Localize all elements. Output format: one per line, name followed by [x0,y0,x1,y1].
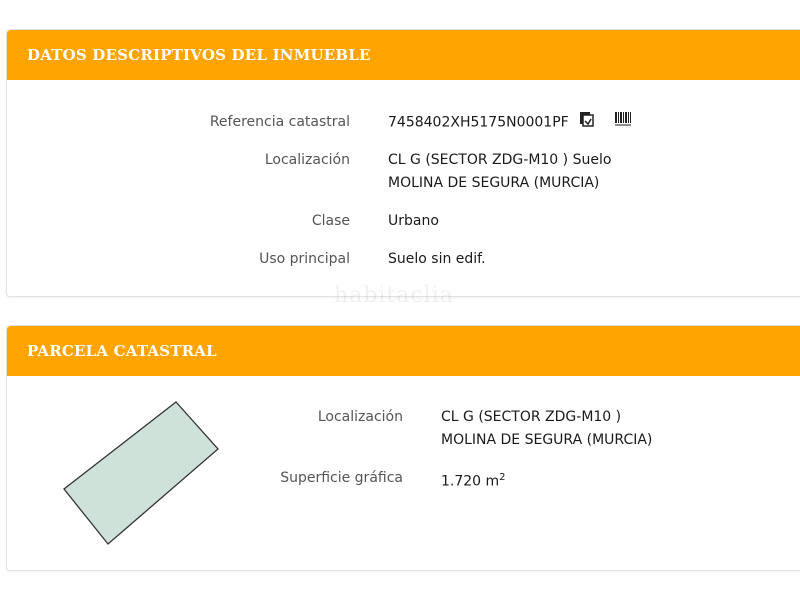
barcode-icon[interactable] [614,111,632,134]
panel-header: PARCELA CATASTRAL [7,326,800,376]
label-localizacion: Localización [264,152,350,168]
value-localizacion-parcela-line1: CL G (SECTOR ZDG-M10 ) [441,409,622,425]
panel-header: DATOS DESCRIPTIVOS DEL INMUEBLE [7,30,800,80]
value-uso-principal: Suelo sin edif. [388,251,486,267]
surface-unit-exponent: 2 [499,472,506,483]
value-localizacion-parcela-line2: MOLINA DE SEGURA (MURCIA) [441,432,653,448]
value-referencia-catastral: 7458402XH5175N0001PF [388,111,632,134]
label-referencia-catastral: Referencia catastral [209,114,350,130]
cadastral-reference[interactable]: 7458402XH5175N0001PF [388,115,569,131]
surface-value: 1.720 m [441,473,500,490]
value-localizacion-line2: MOLINA DE SEGURA (MURCIA) [388,175,600,191]
panel-title: PARCELA CATASTRAL [27,342,217,360]
value-localizacion-line1: CL G (SECTOR ZDG-M10 ) Suelo [388,152,612,168]
label-uso-principal: Uso principal [259,251,350,267]
copy-document-icon[interactable] [579,111,595,134]
label-clase: Clase [311,213,350,229]
value-superficie-grafica: 1.720 m2 [441,467,506,493]
value-clase: Urbano [388,213,439,229]
label-localizacion-parcela: Localización [317,409,403,425]
label-superficie-grafica: Superficie gráfica [280,470,403,486]
panel-title: DATOS DESCRIPTIVOS DEL INMUEBLE [27,46,371,64]
watermark: habitaclia [334,283,454,308]
